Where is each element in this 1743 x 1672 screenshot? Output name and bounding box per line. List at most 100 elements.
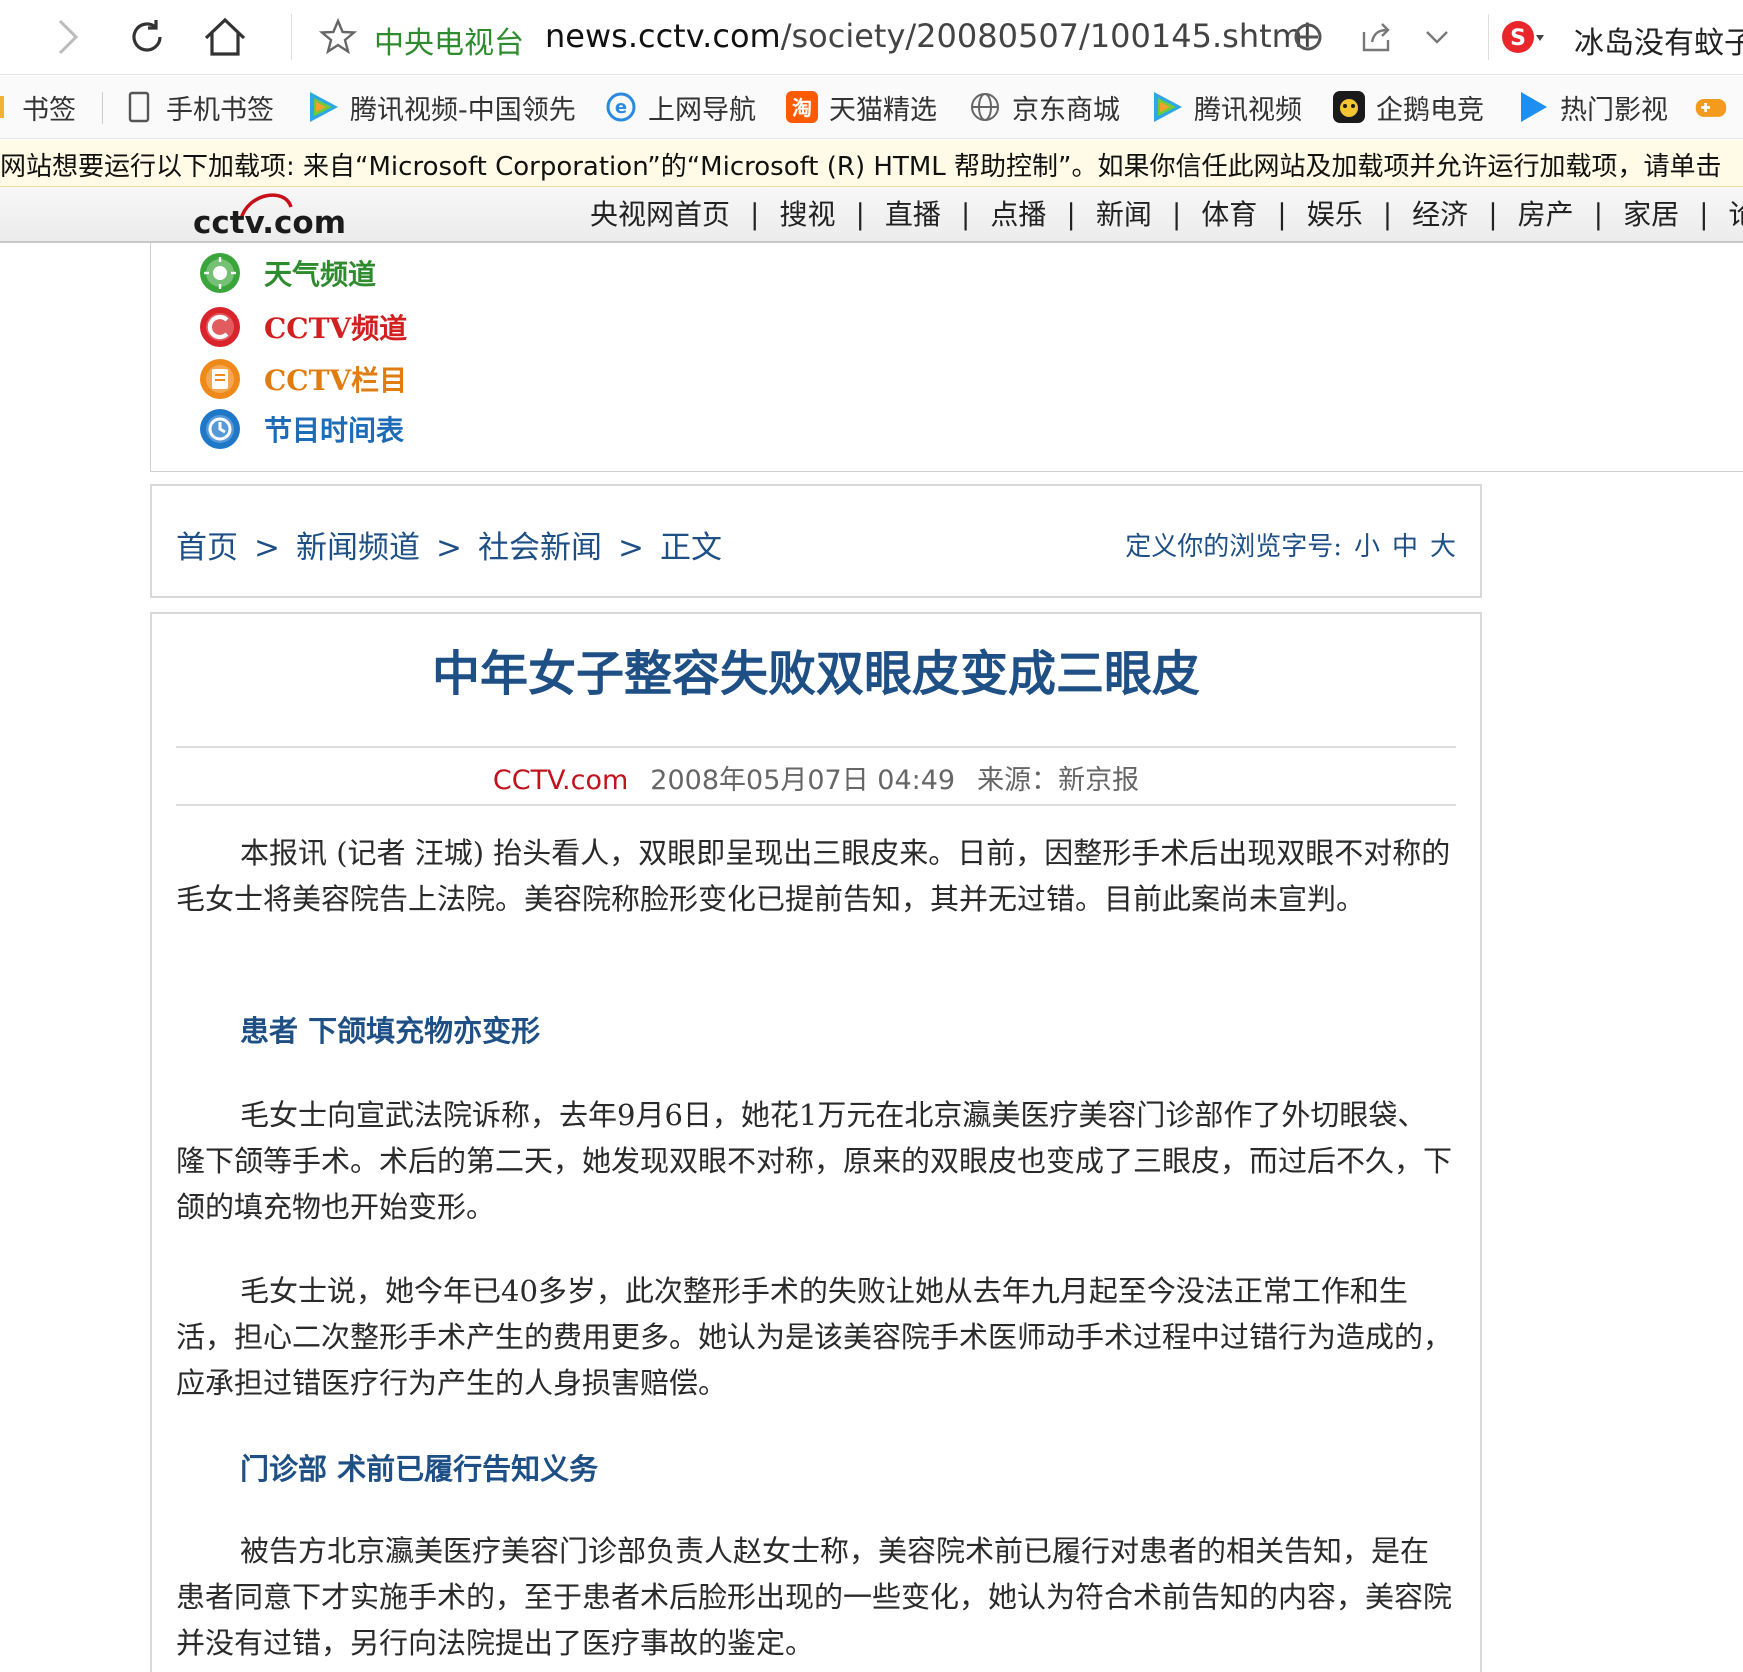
compat-mode-icon[interactable] [1283, 12, 1333, 62]
bookmark-item-tencent-video-cn[interactable]: 腾讯视频-中国领先 [306, 86, 576, 128]
breadcrumb-separator: > [435, 530, 462, 566]
article-datetime: 2008年05月07日 04:49 [650, 765, 956, 796]
breadcrumb-item[interactable]: 新闻频道 [296, 530, 420, 566]
breadcrumb-item[interactable]: 首页 [176, 530, 238, 566]
nav-separator: | [1699, 198, 1709, 231]
phone-icon [122, 90, 156, 124]
forward-icon[interactable] [42, 12, 92, 62]
quick-link-cctv-channel[interactable]: CCTV频道 [198, 304, 407, 350]
toolbar-separator [1488, 14, 1489, 60]
bookmark-item-penguin-esports[interactable]: 企鹅电竞 [1332, 86, 1484, 128]
font-size-selector: 定义你的浏览字号: 小中大 [1125, 526, 1456, 563]
quick-link-label: CCTV频道 [264, 312, 408, 345]
font-size-option[interactable]: 小 [1354, 532, 1380, 562]
nav-separator: | [960, 198, 971, 231]
nav-item[interactable]: 家居 [1623, 193, 1679, 233]
gamepad-icon[interactable] [1694, 86, 1738, 128]
nav-item[interactable]: 娱乐 [1307, 193, 1363, 233]
bookmark-label: 书签 [22, 94, 76, 126]
bookmark-item-jd[interactable]: 京东商城 [968, 86, 1120, 128]
bookmark-item-bookmarks[interactable]: 书签 [0, 86, 76, 128]
nav-item[interactable]: 经济 [1412, 193, 1468, 233]
browser-toolbar: 中央电视台 news.cctv.com/society/20080507/100… [0, 0, 1743, 75]
quick-link-cctv-column[interactable]: CCTV栏目 [198, 356, 407, 402]
nav-separator: | [855, 198, 865, 231]
breadcrumb-item[interactable]: 社会新闻 [478, 530, 602, 566]
toolbar-separator [291, 14, 292, 60]
penguin-esports-icon [1332, 90, 1366, 124]
font-size-option[interactable]: 中 [1392, 532, 1418, 562]
schedule-icon [200, 409, 240, 449]
quick-link-label: 天气频道 [264, 258, 377, 291]
nav-item[interactable]: 体育 [1201, 193, 1257, 233]
logo-text: cctv.com [193, 205, 346, 239]
bookmark-label: 企鹅电竞 [1376, 94, 1484, 126]
url-host: news.cctv.com [545, 17, 781, 55]
address-site-label: 中央电视台 [374, 26, 524, 61]
addon-infobar[interactable]: 网站想要运行以下加载项: 来自“Microsoft Corporation”的“… [0, 140, 1743, 187]
article-paragraph: 毛女士向宣武法院诉称，去年9月6日，她花1万元在北京瀛美医疗美容门诊部作了外切眼… [176, 1098, 1453, 1224]
svg-text:淘: 淘 [792, 96, 812, 120]
bookmark-label: 手机书签 [166, 94, 274, 126]
bookmark-item-tencent-video[interactable]: 腾讯视频 [1150, 86, 1302, 128]
nav-item[interactable]: 搜视 [779, 193, 835, 233]
meta-divider [176, 804, 1456, 806]
cctv-logo[interactable]: cctv.com [193, 189, 353, 241]
cctv-column-icon [200, 359, 240, 399]
article-source[interactable]: CCTV.com [493, 765, 628, 796]
bookmark-item-navigation[interactable]: e 上网导航 [604, 86, 756, 128]
quick-link-label: CCTV栏目 [264, 364, 408, 397]
article-title: 中年女子整容失败双眼皮变成三眼皮 [431, 646, 1200, 702]
nav-separator: | [1066, 198, 1076, 231]
nav-item[interactable]: 直播 [885, 193, 941, 233]
bookmark-separator [102, 92, 103, 124]
quick-link-weather[interactable]: 天气频道 [198, 250, 376, 296]
nav-item[interactable]: 房产 [1518, 193, 1574, 233]
nav-separator: | [1171, 198, 1182, 231]
address-bar[interactable]: news.cctv.com/society/20080507/100145.sh… [545, 17, 1312, 55]
quick-links-panel: 天气频道 CCTV频道 CCTV栏目 节目时间表 [150, 243, 1743, 472]
main-nav: 央视网首页 | 搜视 | 直播 | 点播 | 新闻 | 体育 | 娱乐 | 经济 | 房产 | 家居 | 论坛 [590, 193, 1743, 233]
nav-item[interactable]: 点播 [990, 193, 1046, 233]
breadcrumb-separator: > [254, 530, 280, 566]
article-subhead: 患者 下颌填充物亦变形 [240, 1014, 541, 1048]
nav-item[interactable]: 新闻 [1096, 193, 1152, 233]
taobao-icon: 淘 [785, 90, 819, 124]
article-paragraph: 毛女士说，她今年已40多岁，此次整形手术的失败让她从去年九月起至今没法正常工作和… [176, 1274, 1453, 1400]
nav-item[interactable]: 央视网首页 [590, 193, 730, 233]
cctv-channel-icon [200, 307, 240, 347]
sogou-icon[interactable]: S [1498, 12, 1548, 62]
share-icon[interactable] [1352, 12, 1402, 62]
font-size-option[interactable]: 大 [1430, 532, 1456, 562]
nav-separator: | [1593, 198, 1604, 231]
article-paragraph: 被告方北京瀛美医疗美容门诊部负责人赵女士称，美容院术前已履行对患者的相关告知，是… [176, 1534, 1453, 1660]
bookmark-label: 天猫精选 [829, 94, 937, 126]
nav-item[interactable]: 论坛 [1729, 193, 1743, 233]
svg-text:S: S [1510, 26, 1526, 51]
bookmark-label: 腾讯视频-中国领先 [350, 94, 576, 126]
quick-link-label: 节目时间表 [264, 414, 405, 447]
refresh-icon[interactable] [122, 12, 172, 62]
infobar-message: 网站想要运行以下加载项: 来自“Microsoft Corporation”的“… [0, 152, 1722, 182]
star-icon[interactable] [313, 12, 363, 62]
article-subhead: 门诊部 术前已履行告知义务 [240, 1452, 599, 1486]
bookmark-item-mobile[interactable]: 手机书签 [122, 86, 274, 128]
breadcrumb-item: 正文 [659, 530, 722, 566]
bookmark-icon [0, 90, 12, 124]
quick-link-schedule[interactable]: 节目时间表 [198, 406, 404, 452]
search-input[interactable]: 冰岛没有蚊子 [1574, 18, 1743, 62]
breadcrumb: 首页 > 新闻频道 > 社会新闻 > 正文 [176, 522, 722, 567]
breadcrumb-box: 首页 > 新闻频道 > 社会新闻 > 正文 定义你的浏览字号: 小中大 [150, 484, 1482, 598]
meta-divider [176, 746, 1456, 748]
font-size-label: 定义你的浏览字号: [1125, 532, 1342, 562]
nav-separator: | [1277, 198, 1287, 231]
article-meta: CCTV.com 2008年05月07日 04:49 来源：新京报 [152, 758, 1480, 797]
globe-icon [968, 90, 1002, 124]
weather-icon [200, 253, 240, 293]
home-icon[interactable] [200, 12, 250, 62]
chevron-down-icon[interactable] [1412, 12, 1462, 62]
breadcrumb-separator: > [617, 530, 644, 566]
bookmark-item-hot-movies[interactable]: 热门影视 [1516, 86, 1668, 128]
bookmark-item-tmall[interactable]: 淘 天猫精选 [785, 86, 937, 128]
bookmark-label: 京东商城 [1012, 94, 1120, 126]
